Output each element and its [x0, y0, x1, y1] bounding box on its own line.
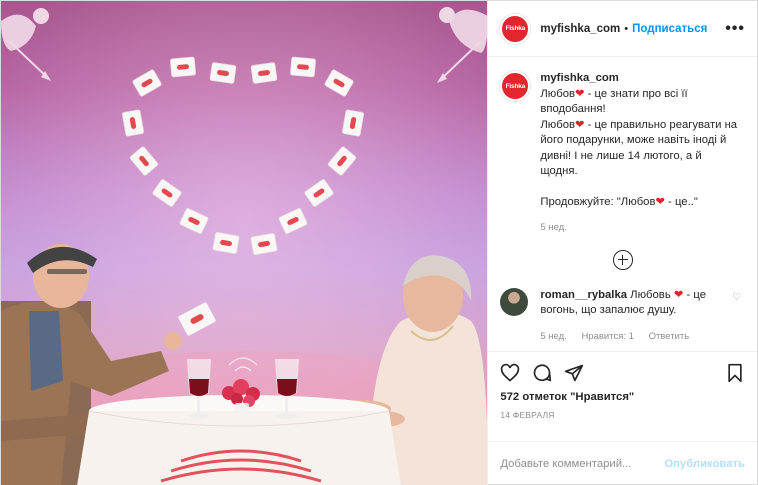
- comment-likes-count[interactable]: Нравится: 1: [581, 331, 633, 342]
- separator-dot: •: [624, 22, 629, 35]
- add-comment-bar: Опубликовать: [488, 441, 757, 485]
- caption-username[interactable]: myfishka_com: [540, 72, 619, 84]
- comment-item: roman__rybalka Любовь ❤ - це вогонь, що …: [500, 287, 745, 345]
- instagram-post: Fishka myfishka_com • Подписаться ••• Fi…: [0, 0, 758, 485]
- save-bookmark-icon[interactable]: [725, 363, 745, 383]
- comment-meta: 5 нед. Нравится: 1 Ответить: [540, 329, 720, 345]
- comment-like-heart-icon[interactable]: ♡: [732, 292, 741, 303]
- comment-reply-button[interactable]: Ответить: [649, 331, 690, 342]
- caption-line-2: Любов❤ - це правильно реагувати на його …: [540, 118, 738, 178]
- post-sidebar: Fishka myfishka_com • Подписаться ••• Fi…: [487, 1, 757, 485]
- post-photo[interactable]: [1, 1, 488, 485]
- post-date: 14 ФЕВРАЛЯ: [500, 410, 555, 420]
- commenter-avatar[interactable]: [500, 287, 529, 316]
- action-icons: [500, 360, 745, 386]
- follow-button[interactable]: Подписаться: [632, 23, 707, 35]
- more-options-icon[interactable]: •••: [725, 20, 745, 38]
- comment-time: 5 нед.: [540, 330, 567, 342]
- share-send-icon[interactable]: [564, 363, 584, 383]
- post-actions: 572 отметок "Нравится" 14 ФЕВРАЛЯ: [488, 351, 757, 441]
- account-username[interactable]: myfishka_com: [540, 23, 620, 35]
- caption-line-3: Продовжуйте: "Любов❤ - це..": [540, 195, 698, 208]
- comment-bubble-icon[interactable]: [532, 363, 552, 383]
- caption: Fishka myfishka_com Любов❤ - це знати пр…: [500, 71, 745, 236]
- publish-button[interactable]: Опубликовать: [664, 458, 745, 470]
- load-more-comments-icon[interactable]: [612, 249, 633, 270]
- caption-body: myfishka_com Любов❤ - це знати про всі ї…: [540, 71, 740, 236]
- likes-count[interactable]: 572 отметок "Нравится": [500, 391, 745, 403]
- caption-time: 5 нед.: [540, 222, 567, 233]
- caption-avatar[interactable]: Fishka: [500, 71, 531, 101]
- commenter-username[interactable]: roman__rybalka: [540, 289, 627, 301]
- caption-line-1: Любов❤ - це знати про всі її вподобання!: [540, 87, 688, 116]
- heart-emoji-icon: ❤: [673, 288, 684, 301]
- comment-input[interactable]: [500, 458, 665, 470]
- comment-body: roman__rybalka Любовь ❤ - це вогонь, що …: [540, 288, 720, 345]
- comments-section: Fishka myfishka_com Любов❤ - це знати пр…: [488, 57, 757, 351]
- like-heart-icon[interactable]: [500, 363, 520, 383]
- account-avatar[interactable]: Fishka: [500, 13, 531, 44]
- photo-illustration: [1, 1, 488, 485]
- post-header: Fishka myfishka_com • Подписаться •••: [488, 1, 757, 57]
- heart-emoji-icon: ❤: [655, 195, 665, 208]
